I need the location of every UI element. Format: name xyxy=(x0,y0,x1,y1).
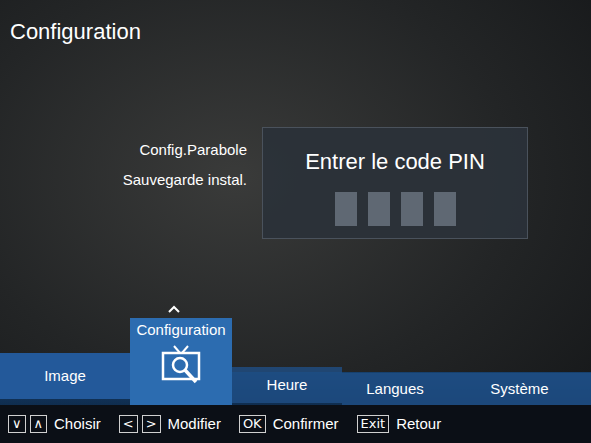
menu-tab-label: Système xyxy=(490,379,548,399)
menu-tab-label: Image xyxy=(44,366,86,386)
screen: Configuration Config.Parabole Sauvegarde … xyxy=(0,0,591,443)
submenu-column: Config.Parabole Sauvegarde instal. xyxy=(0,55,262,318)
pin-digit-box[interactable] xyxy=(335,192,357,226)
key-badge: < xyxy=(119,415,138,433)
pin-digit-box[interactable] xyxy=(434,192,456,226)
tv-search-icon xyxy=(158,342,204,388)
page-title: Configuration xyxy=(10,18,591,46)
pin-title: Entrer le code PIN xyxy=(305,148,485,176)
menu-tab[interactable]: Système xyxy=(448,373,591,405)
pin-dialog: Entrer le code PIN xyxy=(262,127,528,239)
submenu-item[interactable]: Config.Parabole xyxy=(139,139,247,161)
title-area: Configuration xyxy=(0,0,591,55)
help-label: Modifier xyxy=(168,414,221,434)
key-badge: ∨ xyxy=(8,415,26,433)
pin-digits xyxy=(335,192,456,226)
help-label: Confirmer xyxy=(273,414,339,434)
up-arrow-row xyxy=(0,304,247,314)
key-badge: ∧ xyxy=(30,415,48,433)
help-label: Choisir xyxy=(54,414,101,434)
help-label: Retour xyxy=(396,414,441,434)
chevron-up-icon[interactable] xyxy=(167,304,181,314)
help-item: Exit Retour xyxy=(357,414,442,434)
key-badge: Exit xyxy=(357,415,390,433)
help-item: ∨∧ Choisir xyxy=(8,414,101,434)
help-item: <> Modifier xyxy=(119,414,221,434)
menu-tab[interactable]: Langues xyxy=(342,373,448,405)
menu-tab[interactable]: Image xyxy=(0,353,130,399)
help-item: OK Confirmer xyxy=(239,414,339,434)
submenu-item[interactable]: Sauvegarde instal. xyxy=(123,169,247,191)
menu-tab[interactable]: Heure xyxy=(232,367,342,403)
content-area: Config.Parabole Sauvegarde instal. Entrer… xyxy=(0,55,591,318)
menu-tab[interactable]: Configuration xyxy=(130,318,232,405)
menu-tab-label: Configuration xyxy=(136,320,225,340)
menu-tab-label: Langues xyxy=(366,379,424,399)
help-bar: ∨∧ Choisir <> Modifier OK Confirmer Exit Retour xyxy=(0,405,591,443)
key-badge: > xyxy=(142,415,161,433)
pin-digit-box[interactable] xyxy=(401,192,423,226)
pin-column: Entrer le code PIN xyxy=(262,55,528,318)
key-badge: OK xyxy=(239,415,266,433)
menu-tab-label: Heure xyxy=(267,375,308,395)
pin-digit-box[interactable] xyxy=(368,192,390,226)
submenu: Config.Parabole Sauvegarde instal. xyxy=(0,139,247,191)
main-menu: Image Configuration Heure Langues Système xyxy=(0,318,591,405)
